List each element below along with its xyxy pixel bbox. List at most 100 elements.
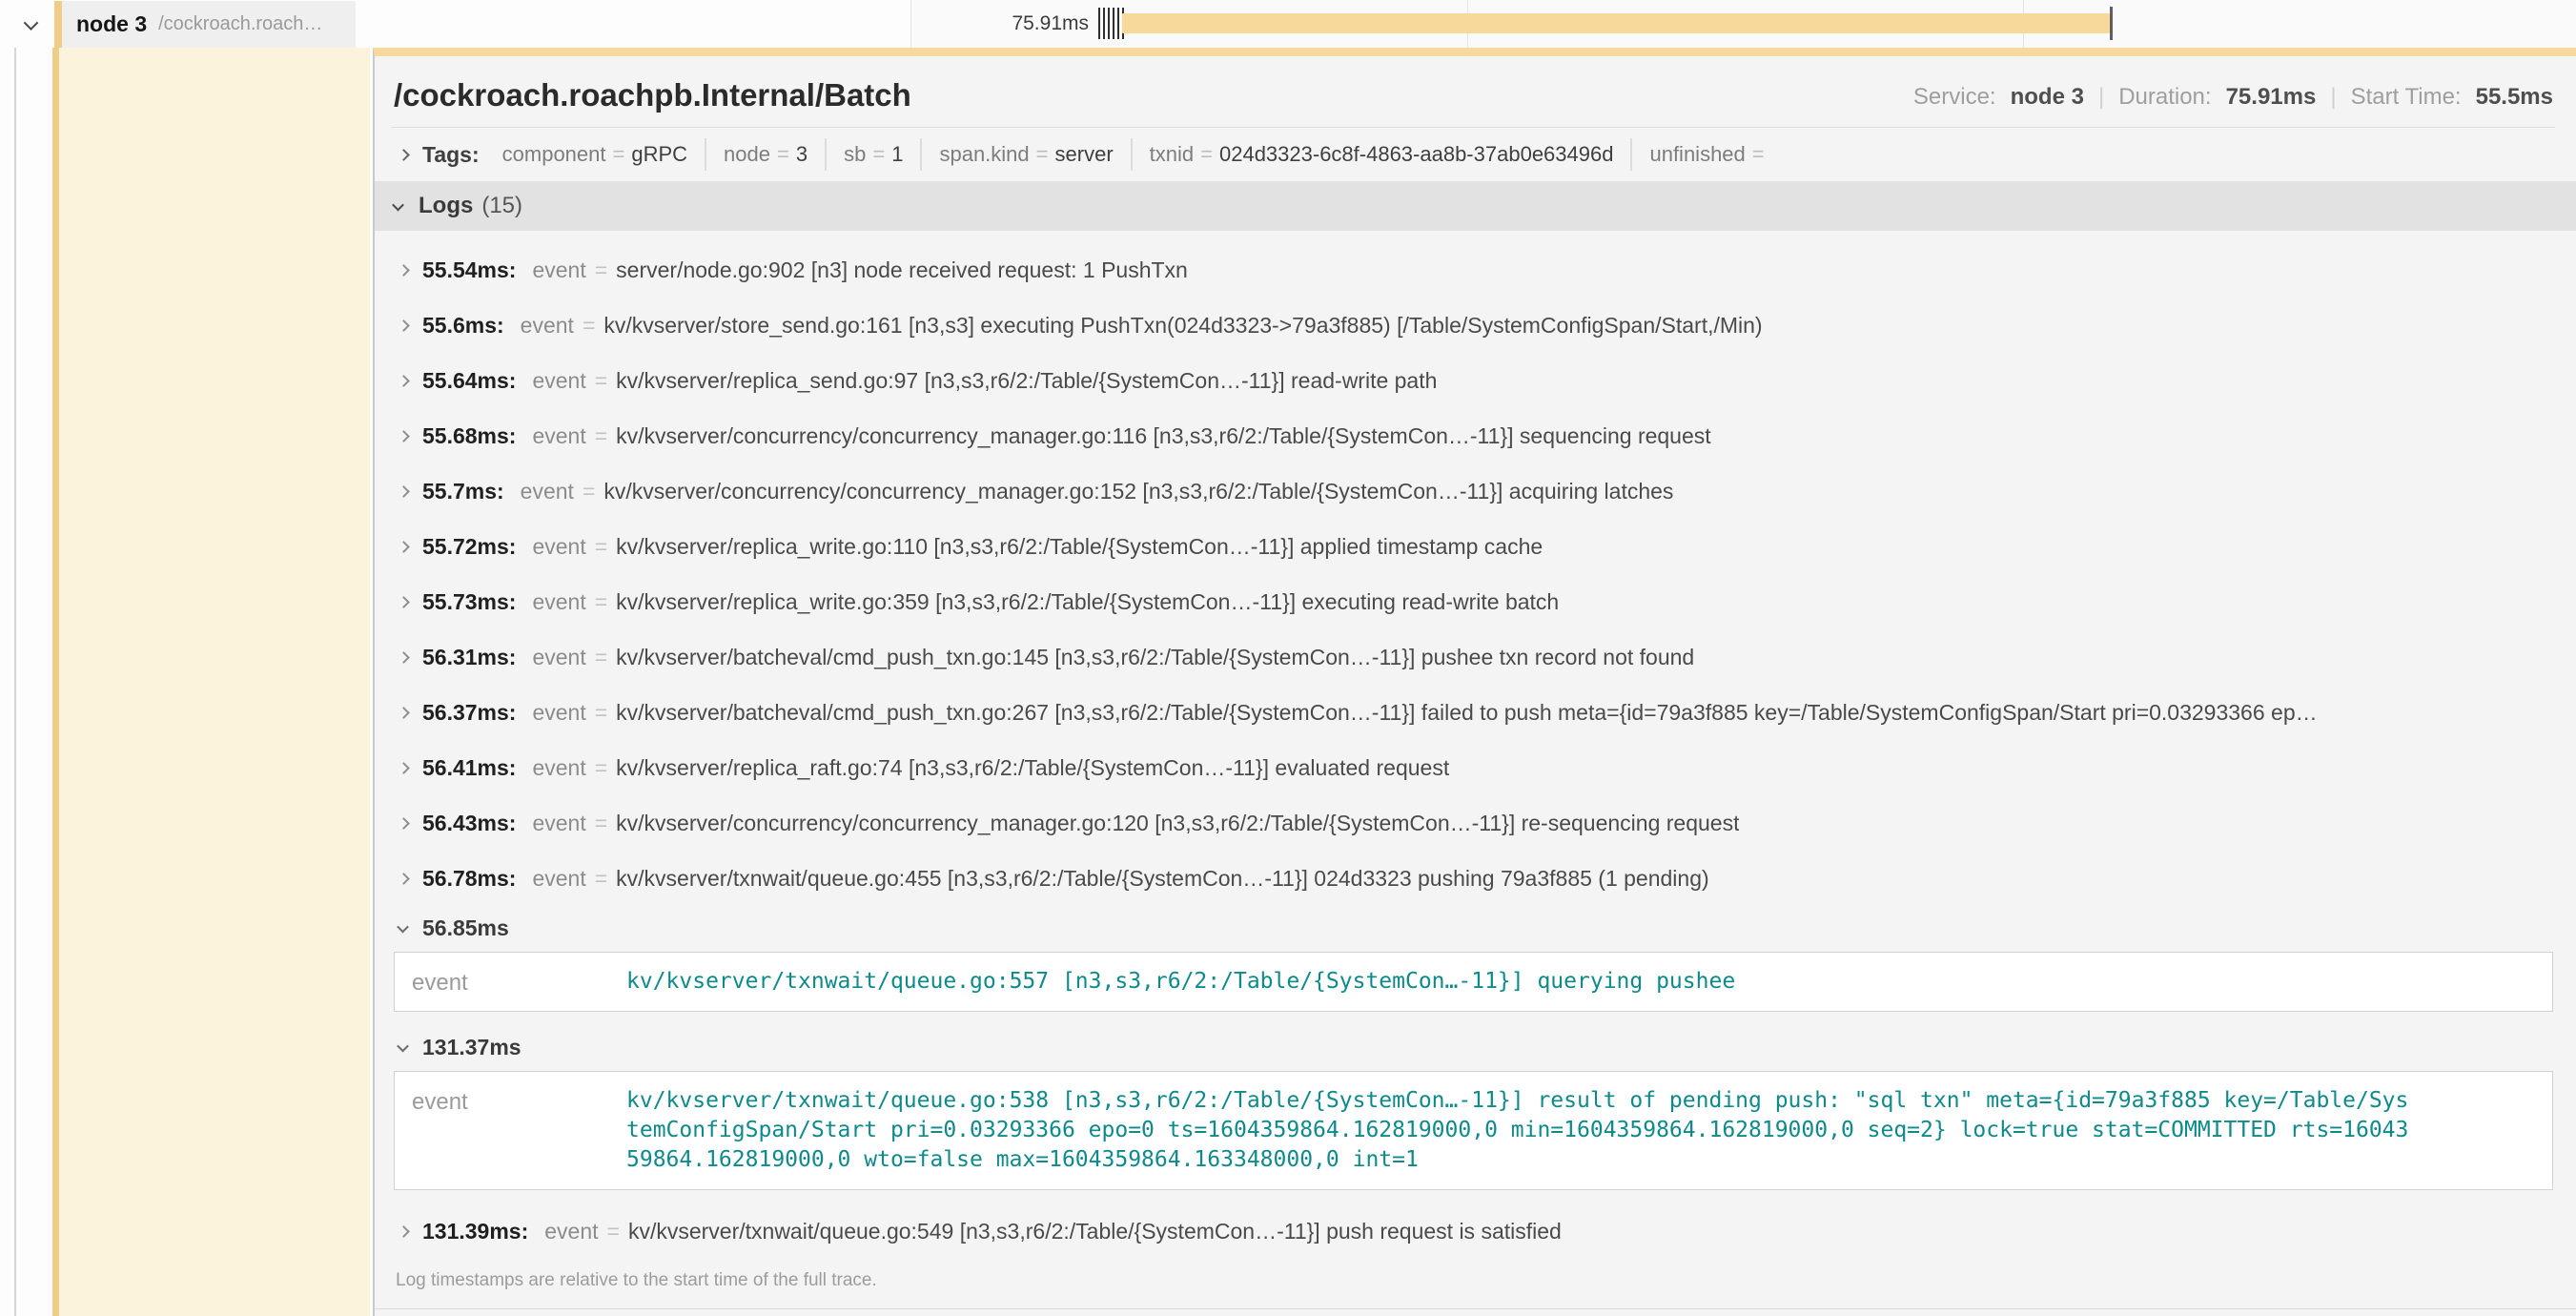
span-detail-row: /cockroach.roachpb.Internal/Batch Servic… [0,48,2576,1316]
chevron-right-icon [398,485,410,498]
log-value-line: kv/kvserver/txnwait/queue.go:538 [n3,s3,… [626,1086,2408,1116]
log-field-key: event [532,368,585,394]
span-bar[interactable] [1122,13,2110,33]
log-field-value: kv/kvserver/concurrency/concurrency_mana… [603,479,1673,504]
span-bar-end-marker [2110,7,2113,40]
log-row[interactable]: 56.78ms: event = kv/kvserver/txnwait/que… [392,851,2555,906]
left-rail [0,48,52,1316]
log-field-key: event [412,967,626,997]
chevron-right-icon [398,375,410,387]
log-timestamp: 56.31ms: [422,645,516,670]
span-name-tab[interactable]: node 3 /cockroach.roach… [54,1,356,48]
log-field-key: event [532,811,585,836]
chevron-right-icon [398,1225,410,1238]
logs-accordion-header[interactable]: Logs (15) [375,181,2576,231]
log-row[interactable]: 55.64ms: event = kv/kvserver/replica_sen… [392,353,2555,408]
log-equals: = [583,313,595,339]
tags-row: Tags: component=gRPC node=3 sb=1 span.ki… [392,128,2555,181]
span-duration-label: 75.91ms [911,12,1089,35]
log-field-key: event [532,257,585,283]
log-field-value: kv/kvserver/store_send.go:161 [n3,s3] ex… [603,313,1762,339]
log-timestamp: 131.39ms: [422,1219,528,1244]
log-timestamp: 55.7ms: [422,479,504,504]
log-field-key: event [532,700,585,726]
timeline-column: 75.91ms [910,0,2576,48]
log-equals: = [595,368,607,394]
tag-value: 1 [891,142,903,166]
tag-value: gRPC [631,142,687,166]
log-equals: = [583,479,595,504]
tag-item: span.kind=server [922,138,1132,171]
log-fields-card: event kv/kvserver/txnwait/queue.go:538 [… [394,1071,2553,1190]
log-timestamp: 55.54ms: [422,257,516,283]
chevron-right-icon [398,541,410,553]
log-field-value: kv/kvserver/txnwait/queue.go:549 [n3,s3,… [628,1219,1562,1244]
log-timestamp: 55.6ms: [422,313,504,339]
log-field-value: kv/kvserver/batcheval/cmd_push_txn.go:14… [616,645,1694,670]
chevron-right-icon [398,762,410,774]
tags-accordion-header[interactable]: Tags: [399,142,480,168]
log-timestamp: 55.73ms: [422,589,516,615]
log-field-key: event [532,645,585,670]
tag-key: txnid [1150,142,1194,166]
log-field-value-lines: kv/kvserver/txnwait/queue.go:538 [n3,s3,… [626,1086,2408,1175]
chevron-down-icon [392,198,404,211]
tag-item: node=3 [706,138,827,171]
chevron-right-icon [398,430,410,442]
tag-value: 024d3323-6c8f-4863-aa8b-37ab0e63496d [1219,142,1613,166]
log-row[interactable]: 56.41ms: event = kv/kvserver/replica_raf… [392,740,2555,795]
chevron-right-icon [398,149,410,161]
log-field-value: kv/kvserver/txnwait/queue.go:455 [n3,s3,… [616,866,1709,892]
log-row[interactable]: 55.54ms: event = server/node.go:902 [n3]… [392,242,2555,298]
log-row[interactable]: 55.68ms: event = kv/kvserver/concurrency… [392,408,2555,463]
span-overview: Service: node 3 | Duration: 75.91ms | St… [1913,84,2553,113]
tag-equals: = [872,142,885,166]
bottom-divider [375,1308,2576,1309]
log-row[interactable]: 56.43ms: event = kv/kvserver/concurrency… [392,795,2555,851]
tag-key: unfinished [1649,142,1745,166]
log-fields-card: event kv/kvserver/txnwait/queue.go:557 [… [394,952,2553,1012]
log-row[interactable]: 56.37ms: event = kv/kvserver/batcheval/c… [392,685,2555,740]
log-row[interactable]: 55.72ms: event = kv/kvserver/replica_wri… [392,519,2555,574]
duration-value: 75.91ms [2226,84,2317,111]
service-label: Service: [1913,84,1996,111]
duration-label: Duration: [2118,84,2211,111]
log-expanded-header[interactable]: 131.37ms [399,1025,2555,1069]
log-row[interactable]: 131.39ms: event = kv/kvserver/txnwait/qu… [392,1203,2555,1259]
log-field-key: event [532,589,585,615]
start-time-label: Start Time: [2351,84,2462,111]
log-timestamp: 56.41ms: [422,755,516,781]
service-value: node 3 [2011,84,2084,111]
log-expanded-header[interactable]: 56.85ms [399,906,2555,950]
span-name-column: node 3 /cockroach.roach… [0,0,910,48]
span-operation-abbrev: /cockroach.roach… [158,13,322,35]
log-row[interactable]: 56.31ms: event = kv/kvserver/batcheval/c… [392,629,2555,685]
tag-item: component=gRPC [485,138,706,171]
log-field-value: kv/kvserver/replica_write.go:359 [n3,s3,… [616,589,1559,615]
chevron-right-icon [398,651,410,664]
log-row[interactable]: 55.6ms: event = kv/kvserver/store_send.g… [392,298,2555,353]
log-equals: = [595,589,607,615]
log-marker-ticks [1098,8,1124,39]
log-row[interactable]: 55.73ms: event = kv/kvserver/replica_wri… [392,574,2555,629]
tag-key: span.kind [939,142,1029,166]
chevron-right-icon [398,596,410,608]
log-row[interactable]: 55.7ms: event = kv/kvserver/concurrency/… [392,463,2555,519]
log-field-value: server/node.go:902 [n3] node received re… [616,257,1188,283]
log-field-value: kv/kvserver/replica_raft.go:74 [n3,s3,r6… [616,755,1449,781]
operation-title: /cockroach.roachpb.Internal/Batch [394,77,911,113]
log-timestamp: 56.43ms: [422,811,516,836]
tag-key: component [502,142,606,166]
log-equals: = [595,700,607,726]
chevron-down-icon [397,920,409,933]
collapse-chevron-icon[interactable] [24,15,39,31]
logs-title: Logs [419,193,473,219]
span-service-name: node 3 [76,11,147,37]
chevron-right-icon [398,817,410,830]
tag-item: unfinished= [1632,138,1788,171]
log-value-line: temConfigSpan/Start pri=0.03293366 epo=0… [626,1116,2408,1145]
tag-value: 3 [796,142,808,166]
indent-guide-line [14,48,16,1316]
log-field-key: event [544,1219,598,1244]
log-value-line: 59864.162819000,0 wto=false max=16043598… [626,1145,2408,1175]
